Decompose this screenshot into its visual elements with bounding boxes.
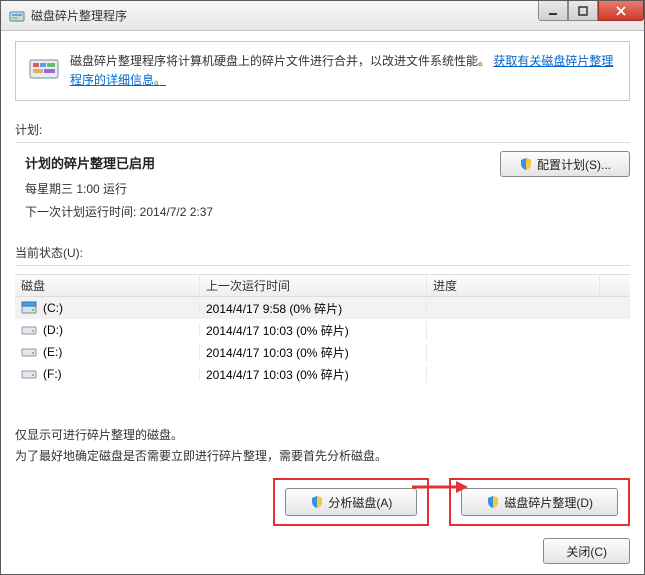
analyze-disk-label: 分析磁盘(A) [328, 494, 392, 511]
table-header: 磁盘 上一次运行时间 进度 [15, 275, 630, 297]
disk-name: (E:) [43, 345, 62, 359]
maximize-button[interactable] [568, 1, 598, 21]
note-line-1: 仅显示可进行碎片整理的磁盘。 [15, 425, 630, 445]
titlebar: 磁盘碎片整理程序 [1, 1, 644, 31]
schedule-line-1: 每星期三 1:00 运行 [25, 180, 213, 197]
table-row[interactable]: (E:) 2014/4/17 10:03 (0% 碎片) [15, 341, 630, 363]
analyze-disk-button[interactable]: 分析磁盘(A) [285, 488, 417, 516]
defrag-disk-label: 磁盘碎片整理(D) [504, 494, 593, 511]
table-row[interactable]: (F:) 2014/4/17 10:03 (0% 碎片) [15, 363, 630, 385]
info-banner: 磁盘碎片整理程序将计算机硬盘上的碎片文件进行合并，以改进文件系统性能。 获取有关… [15, 41, 630, 101]
highlight-box-analyze: 分析磁盘(A) [273, 478, 429, 526]
banner-text: 磁盘碎片整理程序将计算机硬盘上的碎片文件进行合并，以改进文件系统性能。 获取有关… [70, 52, 617, 90]
window-title: 磁盘碎片整理程序 [31, 7, 127, 24]
schedule-title: 计划的碎片整理已启用 [25, 153, 213, 172]
column-header-last-run[interactable]: 上一次运行时间 [200, 275, 427, 296]
disk-name: (D:) [43, 323, 63, 337]
last-run: 2014/4/17 10:03 (0% 碎片) [200, 366, 427, 383]
table-row[interactable]: (C:) 2014/4/17 9:58 (0% 碎片) [15, 297, 630, 319]
annotation-arrow-icon [410, 478, 470, 496]
last-run: 2014/4/17 9:58 (0% 碎片) [200, 300, 427, 317]
note-line-2: 为了最好地确定磁盘是否需要立即进行碎片整理，需要首先分析磁盘。 [15, 446, 630, 466]
schedule-info: 计划的碎片整理已启用 每星期三 1:00 运行 下一次计划运行时间: 2014/… [25, 153, 213, 226]
os-drive-icon [21, 301, 37, 315]
defrag-disk-button[interactable]: 磁盘碎片整理(D) [461, 488, 618, 516]
highlight-box-defrag: 磁盘碎片整理(D) [449, 478, 630, 526]
table-row[interactable]: (D:) 2014/4/17 10:03 (0% 碎片) [15, 319, 630, 341]
defrag-icon [28, 52, 60, 84]
window: 磁盘碎片整理程序 [0, 0, 645, 575]
action-row: 分析磁盘(A) 磁盘碎片整理(D) [15, 478, 630, 526]
close-dialog-label: 关闭(C) [566, 543, 607, 560]
footer-row: 关闭(C) [15, 538, 630, 564]
divider [15, 265, 630, 266]
banner-description: 磁盘碎片整理程序将计算机硬盘上的碎片文件进行合并，以改进文件系统性能。 [70, 54, 490, 68]
schedule-section-label: 计划: [15, 121, 630, 138]
status-section-label: 当前状态(U): [15, 244, 630, 261]
close-button[interactable] [598, 1, 644, 21]
content: 磁盘碎片整理程序将计算机硬盘上的碎片文件进行合并，以改进文件系统性能。 获取有关… [1, 31, 644, 574]
configure-schedule-button[interactable]: 配置计划(S)... [500, 151, 630, 177]
minimize-button[interactable] [538, 1, 568, 21]
hdd-drive-icon [21, 323, 37, 337]
hdd-drive-icon [21, 345, 37, 359]
schedule-row: 计划的碎片整理已启用 每星期三 1:00 运行 下一次计划运行时间: 2014/… [15, 143, 630, 226]
disk-name: (C:) [43, 301, 63, 315]
hdd-drive-icon [21, 367, 37, 381]
app-icon [9, 8, 25, 24]
column-header-disk[interactable]: 磁盘 [15, 275, 200, 296]
last-run: 2014/4/17 10:03 (0% 碎片) [200, 322, 427, 339]
shield-icon [486, 495, 500, 509]
shield-icon [310, 495, 324, 509]
close-dialog-button[interactable]: 关闭(C) [543, 538, 630, 564]
schedule-line-2: 下一次计划运行时间: 2014/7/2 2:37 [25, 203, 213, 220]
last-run: 2014/4/17 10:03 (0% 碎片) [200, 344, 427, 361]
configure-schedule-label: 配置计划(S)... [537, 156, 611, 173]
column-header-progress[interactable]: 进度 [427, 275, 600, 296]
window-controls [538, 1, 644, 21]
shield-icon [519, 157, 533, 171]
disk-name: (F:) [43, 367, 62, 381]
notes: 仅显示可进行碎片整理的磁盘。 为了最好地确定磁盘是否需要立即进行碎片整理，需要首… [15, 425, 630, 466]
disk-table: 磁盘 上一次运行时间 进度 (C:) 2014/4/17 9:58 (0% 碎片… [15, 274, 630, 385]
